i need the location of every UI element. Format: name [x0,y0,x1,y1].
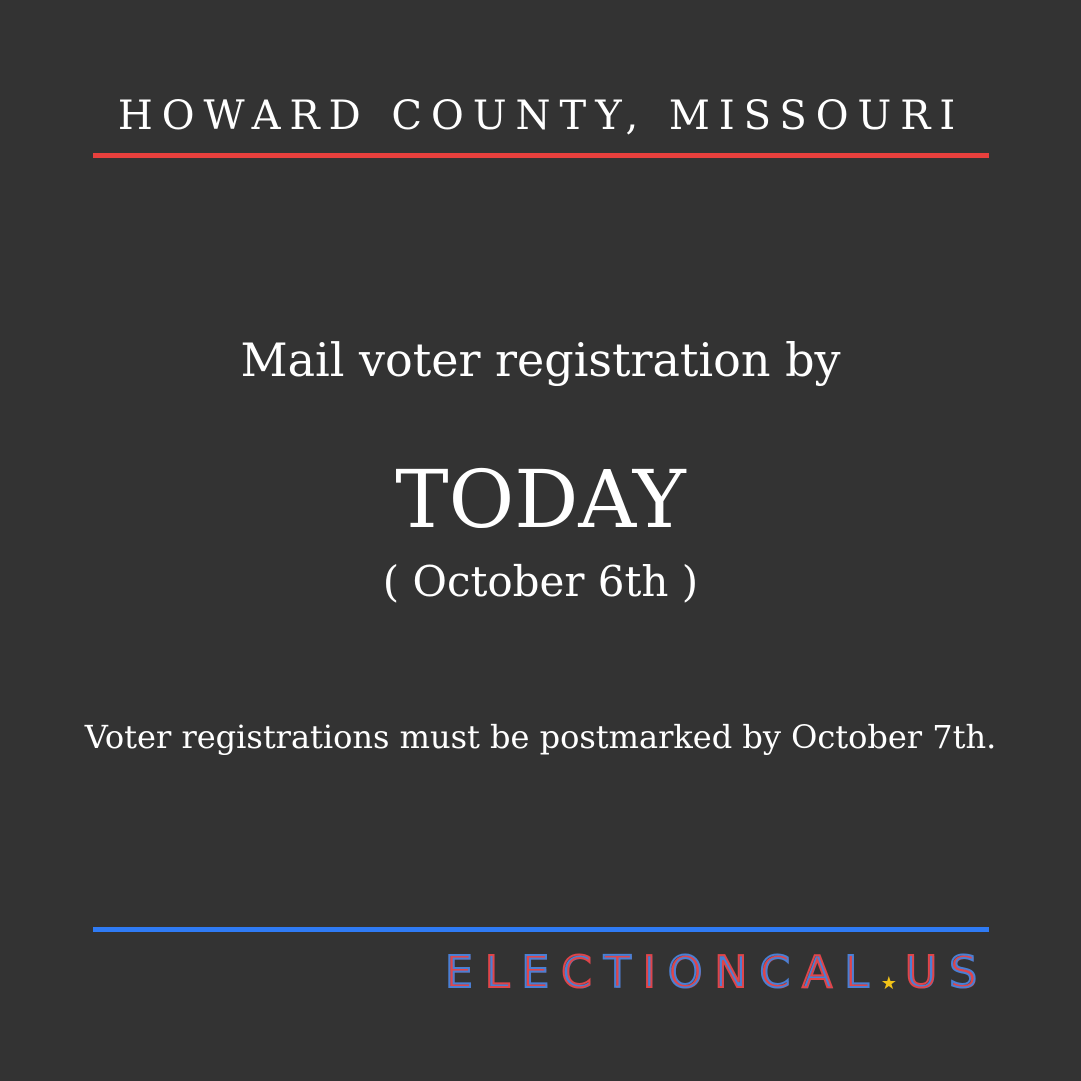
deadline-today: TODAY [395,453,686,546]
announcement-card: HOWARD COUNTY, MISSOURI Mail voter regis… [0,0,1081,1081]
headline: Mail voter registration by [240,333,841,387]
footer-divider-blue [93,927,989,932]
deadline-date: ( October 6th ) [382,557,699,606]
star-icon: ★ [880,973,897,994]
county-title: HOWARD COUNTY, MISSOURI [117,93,965,139]
title-underline-red [93,153,989,158]
electioncal-logo: ELECTIONCAL★ US [444,946,989,999]
postmark-note: Voter registrations must be postmarked b… [84,718,997,756]
